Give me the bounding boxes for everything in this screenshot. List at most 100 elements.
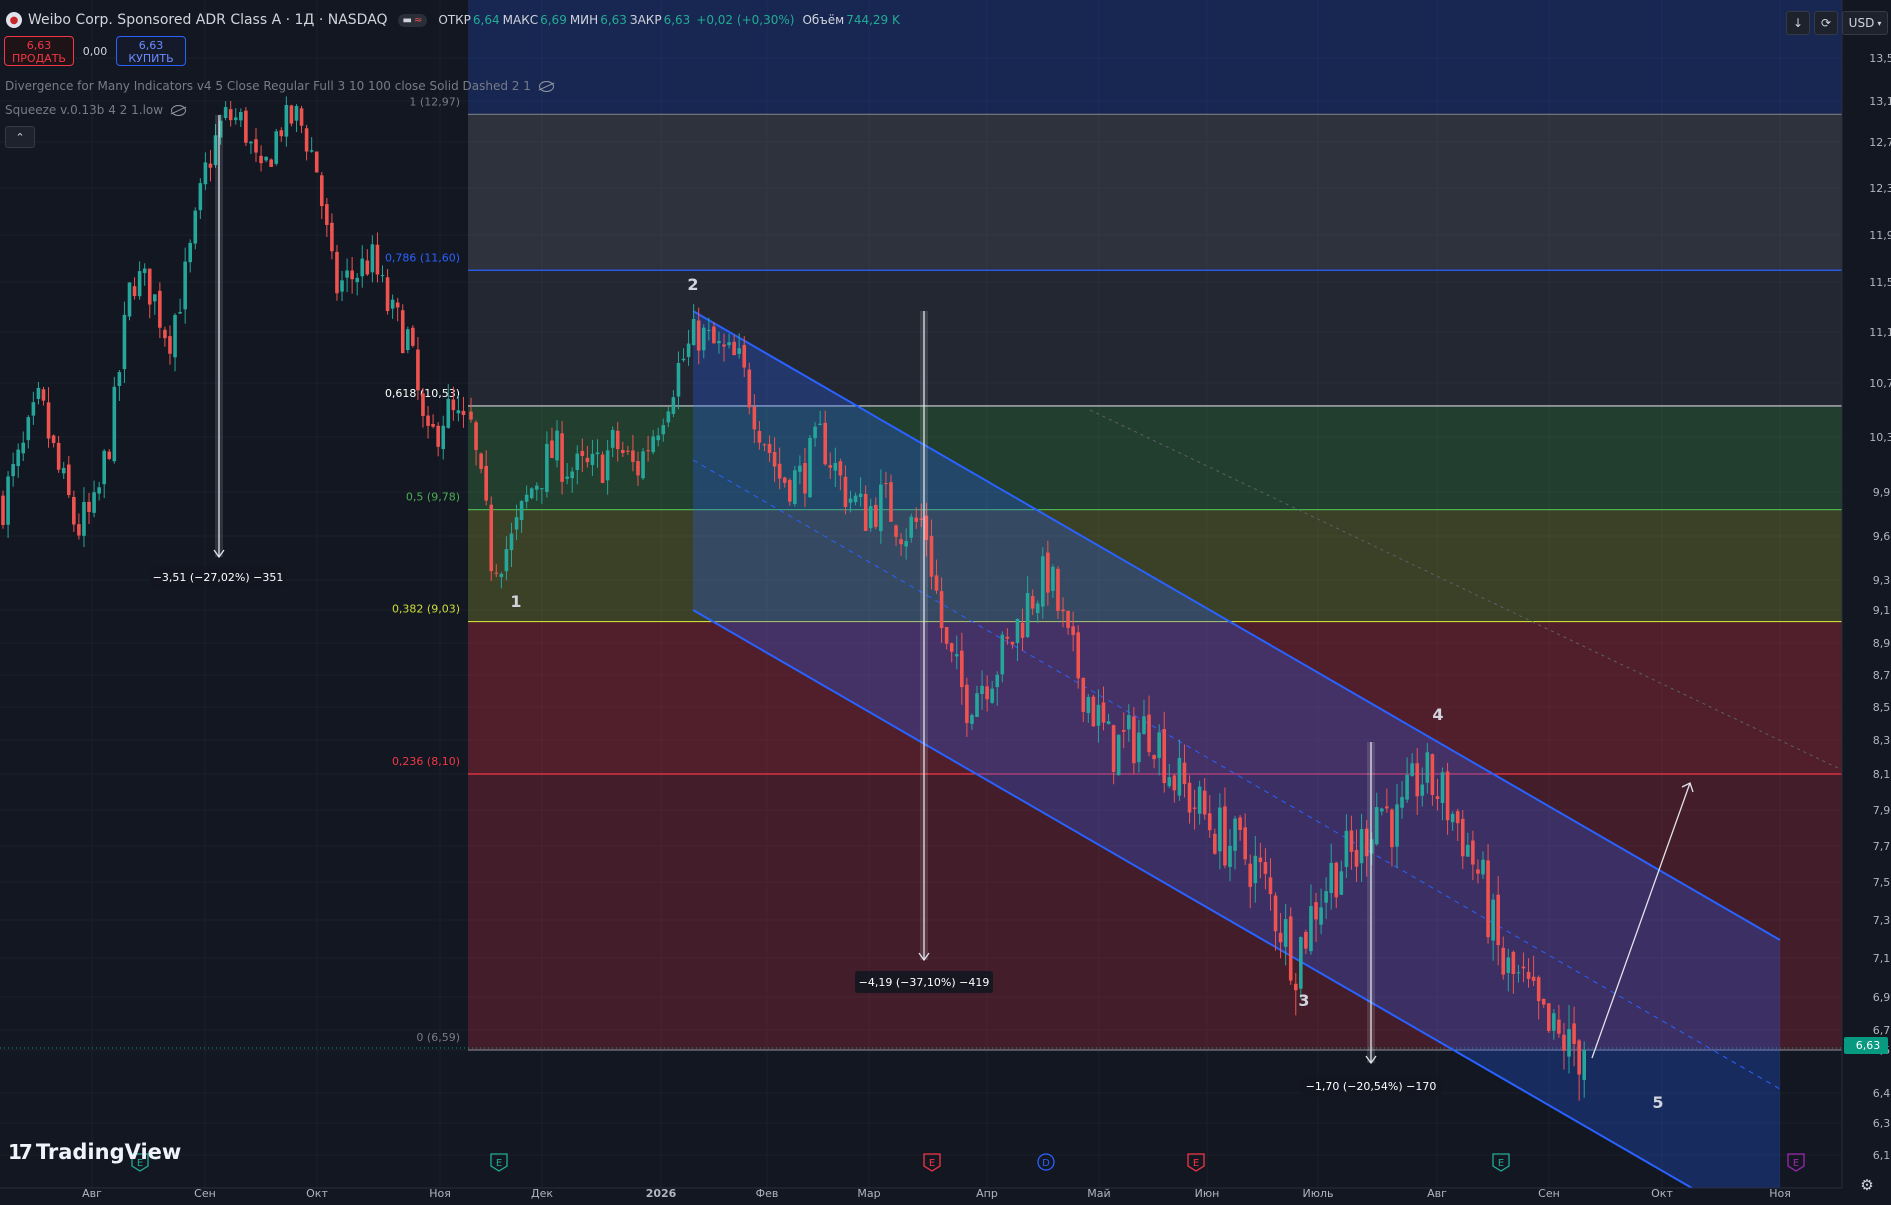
candle-body — [848, 498, 853, 503]
candle-body — [319, 175, 324, 207]
candle-body — [6, 476, 10, 525]
indicator-squeeze[interactable]: Squeeze v.0.13b 4 2 1.low — [5, 103, 187, 117]
measure-label: −3,51 (−27,02%) −351 — [153, 571, 284, 584]
candle-body — [269, 159, 273, 167]
candle-body — [747, 369, 752, 408]
tradingview-logo[interactable]: 17 TradingView — [8, 1140, 181, 1164]
candle-body — [1030, 596, 1035, 609]
time-axis-tick: Авг — [82, 1187, 102, 1200]
candle-body — [722, 344, 726, 347]
candle-body — [294, 106, 299, 121]
candle-body — [1273, 895, 1278, 932]
currency-selector[interactable]: USD ▾ — [1842, 11, 1888, 35]
candle-body — [1304, 931, 1308, 949]
candle-body — [1400, 796, 1404, 808]
ohlc-open-value: 6,64 — [472, 13, 500, 27]
candlestick-chart[interactable]: 1 (12,97) 0,786 (11,60) 0,618 (10,53) 0,5 (… — [0, 0, 1891, 1205]
event-marker-label: D — [1042, 1158, 1050, 1169]
candle-body — [1552, 1013, 1556, 1031]
candle-body — [681, 358, 686, 361]
fib-zone — [468, 270, 1842, 406]
replay-icon[interactable]: ⟳ — [1814, 11, 1838, 35]
candle-body — [1481, 859, 1485, 875]
buy-button[interactable]: 6,63 КУПИТЬ — [116, 36, 186, 66]
time-axis[interactable] — [0, 1188, 1891, 1201]
candle-body — [309, 150, 314, 152]
candle-body — [355, 277, 359, 283]
price-axis-tick: 11,50 — [1869, 276, 1891, 289]
price-axis-tick: 9,30 — [1873, 574, 1891, 587]
chart-canvas[interactable]: 1 (12,97)0,786 (11,60)0,618 (10,53)0,5 (… — [0, 0, 1891, 1205]
candle-body — [163, 329, 167, 339]
candle-body — [965, 684, 969, 724]
candle-body — [1132, 716, 1136, 764]
candle-body — [1562, 1034, 1566, 1051]
candle-body — [1344, 830, 1349, 867]
candle-body — [1248, 863, 1253, 887]
candle-body — [1531, 976, 1536, 981]
candle-body — [1319, 907, 1323, 925]
candle-body — [1385, 806, 1389, 809]
candle-body — [1096, 704, 1101, 726]
legend-toggle-icon[interactable]: ▬ ≈ — [397, 13, 428, 27]
hidden-eye-icon[interactable] — [171, 104, 187, 116]
candle-body — [696, 320, 701, 351]
event-marker-label: E — [1193, 1158, 1199, 1169]
fib-zone — [468, 405, 1842, 510]
ohlc-high-value: 6,69 — [540, 13, 567, 27]
candle-body — [1187, 782, 1192, 813]
candle-body — [712, 326, 716, 344]
candle-body — [1516, 972, 1521, 974]
candle-body — [1354, 849, 1359, 867]
candle-body — [803, 463, 807, 494]
time-axis-tick: Июль — [1302, 1187, 1333, 1200]
candle-body — [818, 423, 822, 426]
price-axis-tick: 12,30 — [1869, 182, 1891, 195]
candle-body — [550, 440, 554, 458]
candle-body — [808, 438, 812, 498]
candle-body — [1395, 804, 1399, 847]
candle-body — [621, 450, 625, 454]
candle-body — [509, 533, 514, 551]
candle-body — [421, 393, 425, 416]
candle-body — [183, 261, 187, 310]
candle-body — [31, 402, 36, 416]
candle-body — [555, 430, 559, 461]
candle-body — [350, 270, 354, 280]
candle-body — [610, 429, 615, 448]
candle-body — [173, 314, 177, 358]
hidden-eye-icon[interactable] — [538, 80, 554, 92]
currency-label: USD — [1848, 16, 1875, 30]
price-axis-tick: 8,30 — [1873, 734, 1891, 747]
candle-body — [949, 643, 954, 652]
candle-body — [954, 654, 959, 657]
candle-body — [894, 525, 898, 537]
symbol-legend: ● Weibo Corp. Sponsored ADR Class A · 1Д… — [0, 8, 900, 32]
measure-label: −1,70 (−20,54%) −170 — [1306, 1080, 1437, 1093]
candle-body — [431, 423, 435, 427]
candle-body — [469, 411, 473, 420]
price-axis[interactable] — [1842, 0, 1891, 1201]
download-icon[interactable]: ↓ — [1786, 11, 1810, 35]
collapse-legend-button[interactable]: ⌃ — [5, 126, 35, 148]
candle-body — [656, 435, 661, 441]
candle-body — [400, 310, 405, 354]
time-axis-tick: 2026 — [646, 1187, 677, 1200]
candle-body — [375, 244, 380, 275]
gear-icon[interactable]: ⚙ — [1856, 1174, 1878, 1196]
candle-body — [782, 477, 787, 483]
candle-body — [314, 151, 319, 173]
indicator-divergence[interactable]: Divergence for Many Indicators v4 5 Clos… — [5, 79, 554, 93]
candle-body — [451, 399, 456, 411]
candle-body — [600, 454, 605, 483]
candle-body — [137, 271, 142, 297]
sell-button[interactable]: 6,63 ПРОДАТЬ — [4, 36, 74, 66]
candle-body — [777, 463, 782, 479]
candle-body — [1147, 714, 1151, 753]
candle-body — [1056, 568, 1060, 611]
candle-body — [914, 517, 919, 522]
candle-body — [16, 449, 20, 467]
symbol-title[interactable]: Weibo Corp. Sponsored ADR Class A · 1Д ·… — [28, 12, 388, 28]
candle-body — [1223, 806, 1227, 866]
candle-body — [416, 349, 420, 391]
